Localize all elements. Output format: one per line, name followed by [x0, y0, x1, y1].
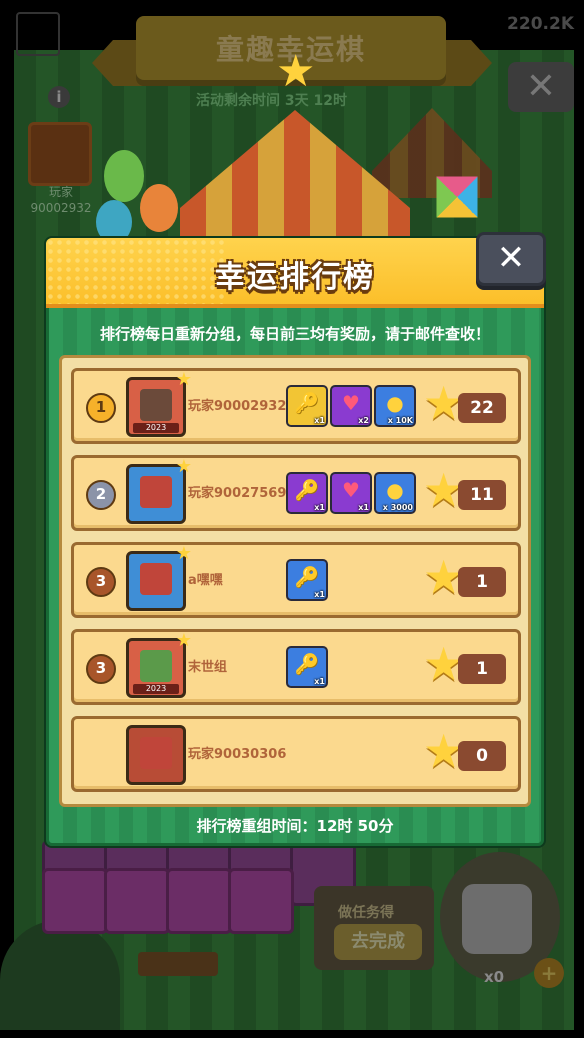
close-button[interactable]: ✕ [476, 232, 546, 286]
task-go-button[interactable]: 去完成 [334, 924, 422, 960]
avatar[interactable] [126, 725, 186, 785]
leaderboard-row: 1 ★ 2023 玩家90002932 🔑 x1 ♥ x2 ● x 10K ★ 22 [71, 368, 521, 444]
avatar[interactable]: ★ 2023 [126, 371, 192, 437]
reward-quantity: x1 [358, 503, 369, 512]
dice-count: x0 [484, 968, 505, 986]
add-dice-button[interactable]: + [534, 958, 564, 988]
reward-item[interactable]: ● x 10K [374, 385, 416, 427]
tent-star-icon: ★ [276, 46, 316, 97]
task-label: 做任务得 [338, 905, 394, 921]
leaderboard-row: 2 ★ 玩家90027569 🔑 x1 ♥ x1 ● x 3000 ★ 11 [71, 455, 521, 531]
avatar-face-icon [140, 737, 172, 769]
score-value: 11 [458, 480, 506, 510]
board-tile [228, 868, 294, 934]
gold-key-icon: 🔑 [294, 391, 320, 415]
reward-quantity: x1 [314, 677, 325, 686]
board-tile [42, 868, 108, 934]
star-icon: ★ [175, 456, 192, 477]
avatar-face-icon [140, 563, 172, 595]
leaderboard-modal: 幸运排行榜 排行榜每日重新分组，每日前三均有奖励，请于邮件查收！ 1 ★ 2023 玩… [46, 238, 544, 846]
modal-header: 幸运排行榜 [46, 238, 544, 308]
balloon-green-decoration [104, 150, 144, 202]
leaderboard-list[interactable]: 1 ★ 2023 玩家90002932 🔑 x1 ♥ x2 ● x 10K ★ 22 2 ★ 玩家90027… [59, 355, 531, 807]
avatar[interactable]: ★ [126, 545, 192, 611]
avatar[interactable]: ★ 2023 [126, 632, 192, 698]
player-name: 末世组 [188, 660, 228, 675]
reward-quantity: x1 [314, 416, 325, 425]
leaderboard-row: 3 ★ a嘿嘿 🔑 x1 ★ 1 [71, 542, 521, 618]
player-name: 玩家90002932 [30, 185, 92, 215]
avatar-face-icon [140, 389, 172, 421]
board-tile [166, 868, 232, 934]
event-close-button[interactable]: ✕ [508, 62, 574, 112]
leaderboard-row: 3 ★ 2023 末世组 🔑 x1 ★ 1 [71, 629, 521, 705]
reward-item[interactable]: 🔑 x1 [286, 646, 328, 688]
score-value: 22 [458, 393, 506, 423]
reward-quantity: x 10K [387, 416, 413, 425]
reward-item[interactable]: 🔑 x1 [286, 559, 328, 601]
heart-icon: ♥ [342, 478, 360, 502]
reward-quantity: x 3000 [382, 503, 413, 512]
reward-quantity: x1 [314, 503, 325, 512]
score-value: 1 [458, 567, 506, 597]
player-avatar[interactable] [28, 122, 92, 186]
bench-decoration [138, 952, 218, 976]
reward-item[interactable]: 🔑 x1 [286, 385, 328, 427]
score-value: 0 [458, 741, 506, 771]
heart-icon: ♥ [342, 391, 360, 415]
board-tile [104, 868, 170, 934]
reward-item[interactable]: ♥ x2 [330, 385, 372, 427]
rank-badge: 1 [86, 393, 116, 423]
star-icon: ★ [175, 369, 192, 390]
reward-item[interactable]: ● x 3000 [374, 472, 416, 514]
player-name: a嘿嘿 [188, 573, 223, 588]
player-name: 玩家90027569 [188, 486, 287, 501]
rank-badge: 2 [86, 480, 116, 510]
info-icon[interactable]: i [48, 86, 70, 108]
leaderboard-rules: 排行榜每日重新分组，每日前三均有奖励，请于邮件查收！ [99, 325, 490, 343]
avatar-year-tag: 2023 [133, 423, 179, 433]
player-name: 玩家90002932 [188, 399, 287, 414]
star-icon: ★ [175, 630, 192, 651]
blue-key-icon: 🔑 [294, 565, 320, 589]
modal-title: 幸运排行榜 [215, 260, 375, 295]
event-timer: 活动剩余时间 3天 12时 [196, 93, 347, 109]
reward-quantity: x1 [314, 590, 325, 599]
star-icon: ★ [175, 543, 192, 564]
avatar-face-icon [140, 476, 172, 508]
rank-badge: 3 [86, 567, 116, 597]
coin-icon: ● [386, 478, 404, 502]
purple-key-icon: 🔑 [294, 478, 320, 502]
rank-badge: 3 [86, 654, 116, 684]
score-value: 1 [458, 654, 506, 684]
avatar-face-icon [140, 650, 172, 682]
currency-amount: 220.2K [507, 14, 574, 34]
menu-icon[interactable] [16, 12, 60, 56]
player-name: 玩家90030306 [188, 747, 287, 762]
dice-icon [462, 884, 532, 954]
coin-icon: ● [386, 391, 404, 415]
avatar[interactable]: ★ [126, 458, 192, 524]
reward-item[interactable]: ♥ x1 [330, 472, 372, 514]
regroup-timer: 排行榜重组时间：12时 50分 [196, 817, 394, 835]
hill-decoration [0, 920, 120, 1030]
reward-quantity: x2 [358, 416, 369, 425]
leaderboard-row: 玩家90030306 ★ 0 [71, 716, 521, 792]
blue-key-icon: 🔑 [294, 652, 320, 676]
balloon-orange-decoration [140, 184, 178, 232]
avatar-year-tag: 2023 [133, 684, 179, 694]
reward-item[interactable]: 🔑 x1 [286, 472, 328, 514]
